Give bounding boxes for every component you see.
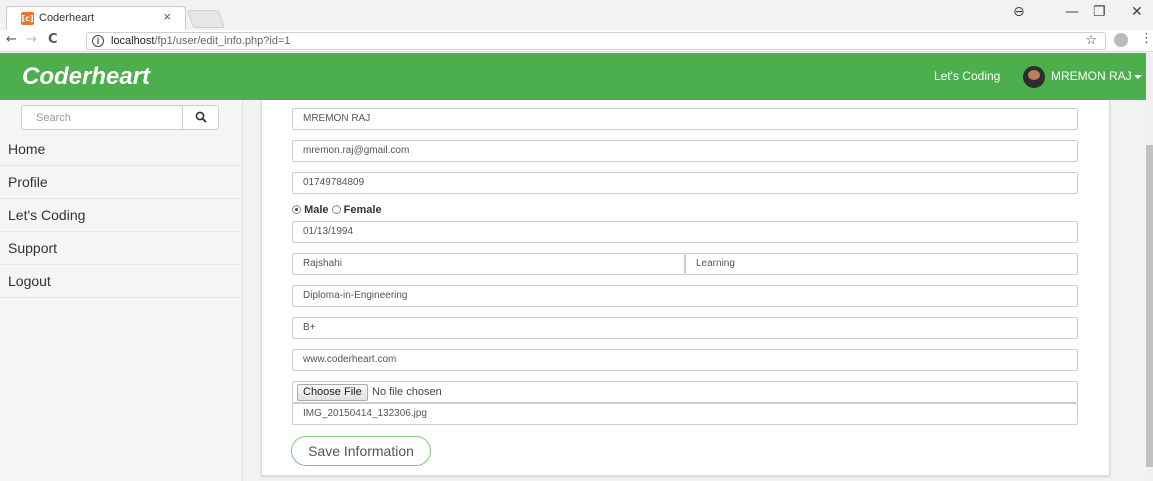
back-arrow-icon[interactable]: ← xyxy=(6,32,17,47)
account-icon[interactable]: ⊖ xyxy=(1013,4,1025,20)
blood-group-field[interactable]: B+ xyxy=(292,317,1078,339)
birthdate-field[interactable]: 01/13/1994 xyxy=(292,221,1078,243)
new-tab-button[interactable] xyxy=(186,10,226,28)
sidebar-item-home[interactable]: Home xyxy=(0,133,243,166)
browser-tab[interactable]: [c] Coderheart × xyxy=(6,6,186,30)
maximize-button[interactable]: ❐ xyxy=(1093,4,1106,20)
choose-file-button[interactable]: Choose File xyxy=(297,384,368,401)
extension-icon[interactable] xyxy=(1114,33,1128,47)
browser-menu-icon[interactable]: ⋮ xyxy=(1140,31,1153,46)
forward-arrow-icon[interactable]: → xyxy=(26,32,37,47)
gender-male-label: Male xyxy=(304,204,329,216)
district-field[interactable]: Rajshahi xyxy=(292,253,685,275)
search-form xyxy=(21,105,219,130)
email-field[interactable]: mremon.raj@gmail.com xyxy=(292,140,1078,162)
info-icon[interactable]: i xyxy=(92,35,104,47)
search-button[interactable] xyxy=(182,106,218,129)
browser-tabstrip: [c] Coderheart × ⊖ — ❐ ✕ xyxy=(0,0,1153,30)
search-input[interactable] xyxy=(22,106,183,129)
file-status-text: No file chosen xyxy=(372,386,442,398)
save-information-button[interactable]: Save Information xyxy=(291,436,431,466)
url-text: localhost/fp1/user/edit_info.php?id=1 xyxy=(111,35,291,47)
gender-female-radio[interactable] xyxy=(331,205,341,214)
sidebar-item-lets-coding[interactable]: Let's Coding xyxy=(0,199,243,232)
sidebar-item-logout[interactable]: Logout xyxy=(0,265,243,298)
main-content: MREMON RAJ mremon.raj@gmail.com 01749784… xyxy=(243,100,1146,481)
scrollbar-thumb[interactable] xyxy=(1146,145,1153,467)
current-image-field[interactable]: IMG_20150414_132306.jpg xyxy=(292,403,1078,425)
top-navbar: Coderheart Let's Coding MREMON RAJ xyxy=(0,53,1146,100)
website-field[interactable]: www.coderheart.com xyxy=(292,349,1078,371)
favicon-icon: [c] xyxy=(21,12,34,25)
url-bar[interactable]: i localhost/fp1/user/edit_info.php?id=1 … xyxy=(86,32,1106,50)
brand-logo[interactable]: Coderheart xyxy=(22,63,150,91)
page-scrollbar[interactable] xyxy=(1146,53,1153,481)
sidebar-item-support[interactable]: Support xyxy=(0,232,243,265)
name-field[interactable]: MREMON RAJ xyxy=(292,108,1078,130)
status-field[interactable]: Learning xyxy=(685,253,1078,275)
sidebar-item-profile[interactable]: Profile xyxy=(0,166,243,199)
sidebar-menu: Home Profile Let's Coding Support Logout xyxy=(0,133,243,298)
phone-field[interactable]: 01749784809 xyxy=(292,172,1078,194)
image-upload-field: Choose File No file chosen xyxy=(292,381,1078,403)
nav-lets-coding[interactable]: Let's Coding xyxy=(934,69,1000,83)
gender-female-label: Female xyxy=(343,204,382,216)
education-field[interactable]: Diploma-in-Engineering xyxy=(292,285,1078,307)
caret-down-icon xyxy=(1133,74,1142,79)
tab-close-icon[interactable]: × xyxy=(163,9,171,24)
address-toolbar: ← → C i localhost/fp1/user/edit_info.php… xyxy=(0,30,1153,52)
tab-title: Coderheart xyxy=(39,12,95,24)
sidebar: Home Profile Let's Coding Support Logout xyxy=(0,100,243,481)
minimize-button[interactable]: — xyxy=(1065,4,1079,20)
edit-info-form: MREMON RAJ mremon.raj@gmail.com 01749784… xyxy=(261,100,1110,476)
gender-radio-group: Male Female xyxy=(292,204,382,216)
bookmark-star-icon[interactable]: ☆ xyxy=(1085,33,1097,48)
avatar[interactable] xyxy=(1023,66,1045,88)
search-icon xyxy=(195,111,207,123)
reload-icon[interactable]: C xyxy=(48,32,58,47)
close-window-button[interactable]: ✕ xyxy=(1131,4,1143,20)
gender-male-radio[interactable] xyxy=(292,205,301,214)
user-menu-dropdown[interactable]: MREMON RAJ xyxy=(1051,69,1142,83)
